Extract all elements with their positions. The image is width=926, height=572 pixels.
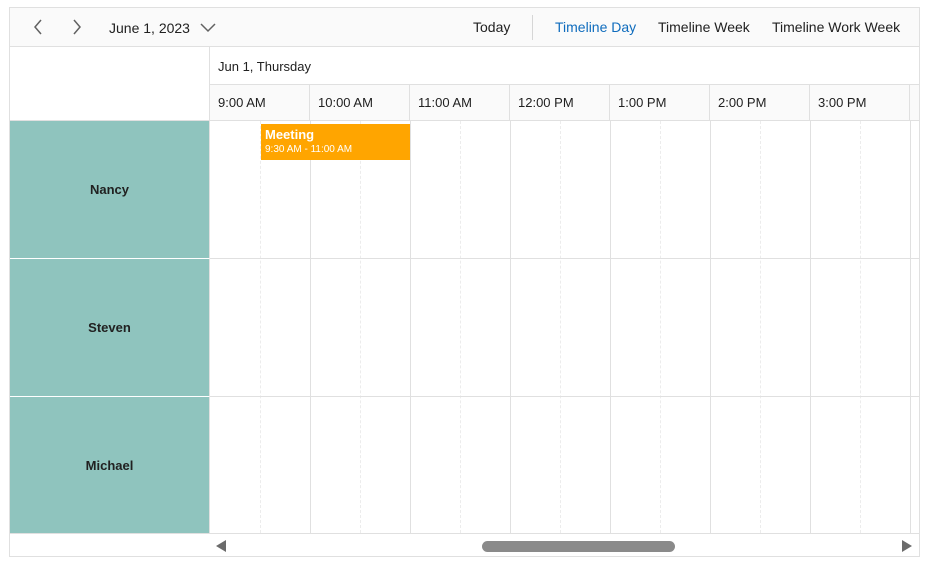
next-button[interactable]	[65, 15, 89, 39]
view-timeline-day[interactable]: Timeline Day	[555, 19, 636, 35]
row-divider	[210, 396, 919, 397]
grid-line	[810, 121, 811, 533]
current-date-label: June 1, 2023	[109, 20, 190, 36]
resource-name: Steven	[88, 320, 131, 335]
grid-line	[560, 121, 561, 533]
chevron-down-icon	[200, 23, 216, 33]
grid-line	[360, 121, 361, 533]
time-cell-partial	[910, 85, 919, 120]
grid-line	[260, 121, 261, 533]
resource-row-nancy: Nancy	[10, 121, 210, 259]
date-picker-button[interactable]: June 1, 2023	[109, 18, 216, 38]
triangle-right-icon[interactable]	[902, 540, 912, 552]
grid-line	[760, 121, 761, 533]
scrollbar-corner	[10, 533, 210, 556]
view-timeline-work-week[interactable]: Timeline Work Week	[772, 19, 900, 35]
view-timeline-week[interactable]: Timeline Week	[658, 19, 750, 35]
date-header-label: Jun 1, Thursday	[218, 59, 311, 74]
time-cell: 2:00 PM	[710, 85, 810, 120]
horizontal-scrollbar[interactable]	[210, 533, 919, 556]
resource-header-corner	[10, 47, 210, 121]
time-cell: 1:00 PM	[610, 85, 710, 120]
appointment-subject: Meeting	[265, 127, 315, 142]
chevron-right-icon	[73, 19, 81, 35]
resource-name: Nancy	[89, 182, 130, 197]
time-cell: 3:00 PM	[810, 85, 910, 120]
grid-line	[910, 121, 911, 533]
grid-line	[710, 121, 711, 533]
grid-line	[310, 121, 311, 533]
grid-line	[610, 121, 611, 533]
scheduler: June 1, 2023 Today Timeline Day Timeline…	[9, 7, 920, 557]
time-cell: 12:00 PM	[510, 85, 610, 120]
time-cell: 9:00 AM	[210, 85, 310, 120]
appointment-time: 9:30 AM - 11:00 AM	[265, 144, 353, 155]
time-cell: 11:00 AM	[410, 85, 510, 120]
date-header: Jun 1, Thursday	[210, 47, 919, 85]
today-button[interactable]: Today	[473, 19, 510, 35]
row-divider	[210, 258, 919, 259]
grid-line	[410, 121, 411, 533]
appointment-meeting[interactable]: Meeting 9:30 AM - 11:00 AM	[261, 124, 410, 160]
resource-name: Michael	[85, 457, 134, 473]
grid-line	[510, 121, 511, 533]
chevron-left-icon	[34, 19, 42, 35]
scrollbar-thumb[interactable]	[482, 541, 675, 552]
grid-line	[860, 121, 861, 533]
toolbar: June 1, 2023 Today Timeline Day Timeline…	[10, 8, 919, 47]
resource-row-steven: Steven	[10, 259, 210, 397]
time-header: 9:00 AM 10:00 AM 11:00 AM 12:00 PM 1:00 …	[210, 85, 919, 121]
grid-line	[460, 121, 461, 533]
resource-row-michael: Michael	[10, 397, 210, 533]
time-cell: 10:00 AM	[310, 85, 410, 120]
triangle-left-icon[interactable]	[216, 540, 226, 552]
grid-line	[660, 121, 661, 533]
toolbar-separator	[532, 15, 533, 40]
previous-button[interactable]	[26, 15, 50, 39]
timeline-grid[interactable]: Meeting 9:30 AM - 11:00 AM	[210, 121, 919, 533]
